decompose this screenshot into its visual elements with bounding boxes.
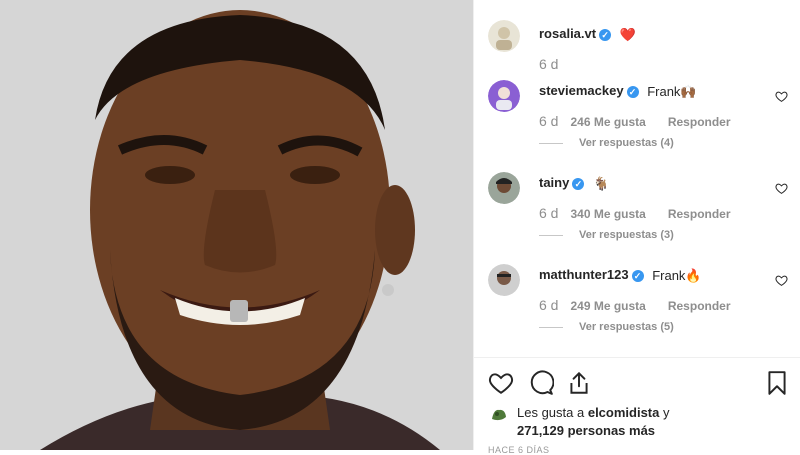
view-replies-button[interactable]: Ver respuestas (4) [539,137,674,149]
post-photo[interactable] [0,0,473,450]
liker-avatar[interactable] [488,404,510,426]
avatar[interactable] [488,264,520,296]
comment-likes[interactable]: 340 Me gusta [570,207,645,221]
verified-badge-icon: ✓ [599,28,612,41]
likes-count[interactable]: 271,129 personas más [517,423,655,438]
verified-badge-icon: ✓ [572,177,585,190]
comment-time[interactable]: 6 d [539,113,558,129]
comment-likes[interactable]: 249 Me gusta [570,299,645,313]
likes-prefix: Les gusta a [517,405,585,420]
avatar[interactable] [488,80,520,112]
reply-button[interactable]: Responder [668,207,731,221]
reply-button[interactable]: Responder [668,115,731,129]
view-replies-button[interactable]: Ver respuestas (5) [539,321,674,333]
replies-line [539,234,563,236]
comments-panel: rosalia.vt ✓ ❤️ 6 d steviemackey ✓ Frank🙌🏾… [473,0,800,455]
replies-line [539,142,563,144]
verified-badge-icon: ✓ [626,85,639,98]
like-comment-heart-icon[interactable] [775,274,788,287]
post-time-ago[interactable]: HACE 6 DÍAS [488,445,550,455]
avatar[interactable] [488,172,520,204]
avatar[interactable] [488,20,520,52]
likes-user[interactable]: elcomidista [588,405,660,420]
comment-item: matthunter123 ✓ Frank🔥 6 d 249 Me gusta Res… [488,264,788,344]
comment-text: Frank🔥 [652,267,702,283]
view-replies-label: Ver respuestas (4) [579,137,674,149]
likes-suffix: y [663,405,670,420]
comment-time[interactable]: 6 d [539,56,558,72]
bookmark-icon[interactable] [764,370,790,396]
like-comment-heart-icon[interactable] [775,182,788,195]
share-upload-icon[interactable] [566,370,592,396]
comment-time[interactable]: 6 d [539,297,558,313]
comment-username[interactable]: tainy [539,175,569,190]
comment-item: tainy ✓ 🐐 6 d 340 Me gusta Responder Ver re… [488,172,788,252]
comment-text: 🐐 [592,175,610,191]
comment-text: Frank🙌🏾 [647,83,697,99]
comment-time[interactable]: 6 d [539,205,558,221]
like-heart-icon[interactable] [488,370,514,396]
view-replies-label: Ver respuestas (5) [579,321,674,333]
view-replies-label: Ver respuestas (3) [579,229,674,241]
portrait-illustration [0,0,473,450]
reply-button[interactable]: Responder [668,299,731,313]
comment-username[interactable]: steviemackey [539,83,624,98]
caption-comment: rosalia.vt ✓ ❤️ 6 d [488,20,788,80]
divider [474,357,800,358]
view-replies-button[interactable]: Ver respuestas (3) [539,229,674,241]
verified-badge-icon: ✓ [631,269,644,282]
comment-item: steviemackey ✓ Frank🙌🏾 6 d 246 Me gusta Res… [488,80,788,160]
like-comment-heart-icon[interactable] [775,90,788,103]
comment-username[interactable]: matthunter123 [539,267,629,282]
comment-likes[interactable]: 246 Me gusta [570,115,645,129]
comment-username[interactable]: rosalia.vt [539,26,596,41]
comment-bubble-icon[interactable] [528,370,554,396]
comment-text: ❤️ [619,26,636,42]
replies-line [539,326,563,328]
